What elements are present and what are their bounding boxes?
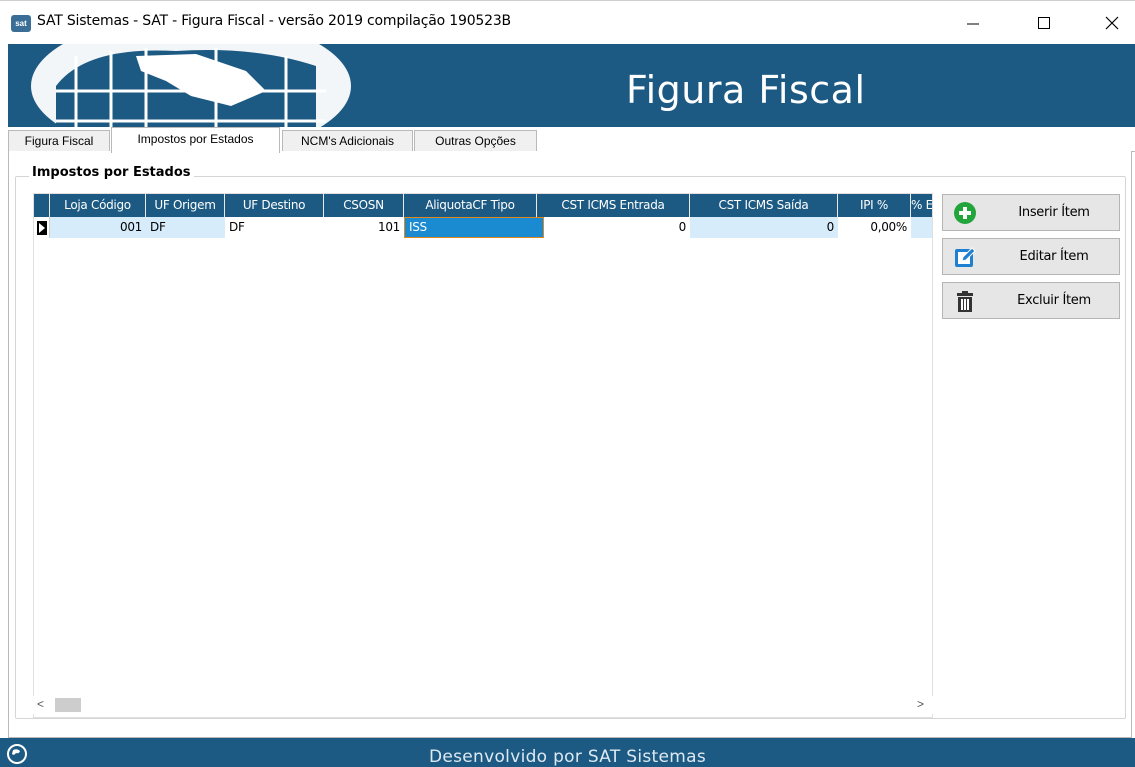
sat-app-icon: sat (11, 15, 31, 32)
column-header-uf-destino[interactable]: UF Destino (225, 194, 324, 217)
tab-impostos-por-estados[interactable]: Impostos por Estados (111, 127, 280, 153)
minimize-icon (967, 23, 979, 25)
column-header-csosn[interactable]: CSOSN (324, 194, 404, 217)
insert-item-label: Inserir Ítem (1018, 205, 1090, 220)
cell-cst-icms-saida[interactable]: 0 (690, 217, 838, 238)
window-title: SAT Sistemas - SAT - Figura Fiscal - ver… (37, 13, 511, 29)
horizontal-scrollbar[interactable]: < > (33, 696, 933, 714)
cell-uf-destino[interactable]: DF (225, 217, 324, 238)
table-row[interactable]: 001 DF DF 101 ISS 0 0 0,00% (34, 217, 932, 238)
cell-uf-origem[interactable]: DF (146, 217, 225, 238)
plus-circle-icon (953, 201, 977, 225)
edit-item-button[interactable]: Editar Ítem (942, 238, 1120, 275)
grid-header-indicator (34, 194, 50, 217)
column-header-loja-codigo[interactable]: Loja Código (50, 194, 146, 217)
maximize-button[interactable] (1021, 1, 1067, 45)
edit-pencil-icon (953, 245, 977, 269)
scroll-right-icon[interactable]: > (917, 697, 924, 711)
column-header-cst-icms-saida[interactable]: CST ICMS Saída (690, 194, 838, 217)
impostos-grid[interactable]: Loja Código UF Origem UF Destino CSOSN A… (33, 193, 933, 718)
grid-header: Loja Código UF Origem UF Destino CSOSN A… (34, 194, 932, 217)
title-bar: sat SAT Sistemas - SAT - Figura Fiscal -… (0, 0, 1135, 44)
column-header-cst-icms-entrada[interactable]: CST ICMS Entrada (537, 194, 690, 217)
cell-partial[interactable] (911, 217, 932, 238)
minimize-button[interactable] (950, 1, 996, 45)
edit-item-label: Editar Ítem (1019, 249, 1089, 264)
cell-ipi[interactable]: 0,00% (838, 217, 911, 238)
tab-figura-fiscal[interactable]: Figura Fiscal (8, 130, 110, 152)
close-button[interactable] (1089, 1, 1135, 45)
tab-outras-opcoes[interactable]: Outras Opções (414, 130, 537, 152)
close-icon (1105, 16, 1119, 30)
globe-logo (31, 44, 351, 127)
column-header-ipi[interactable]: IPI % (838, 194, 911, 217)
groupbox-title: Impostos por Estados (29, 165, 194, 180)
column-header-partial[interactable]: % E (911, 194, 932, 217)
footer-text: Desenvolvido por SAT Sistemas (428, 747, 707, 767)
trash-icon (953, 289, 977, 313)
footer-bar: Desenvolvido por SAT Sistemas (0, 738, 1135, 767)
banner-title: Figura Fiscal (626, 68, 866, 112)
cell-cst-icms-entrada[interactable]: 0 (544, 217, 690, 238)
insert-item-button[interactable]: Inserir Ítem (942, 194, 1120, 231)
column-header-uf-origem[interactable]: UF Origem (146, 194, 225, 217)
tab-strip: Figura Fiscal Impostos por Estados NCM's… (8, 127, 1135, 153)
maximize-icon (1038, 17, 1050, 29)
scrollbar-thumb[interactable] (55, 698, 81, 712)
cell-csosn[interactable]: 101 (324, 217, 404, 238)
tab-ncms-adicionais[interactable]: NCM's Adicionais (282, 130, 413, 152)
cell-loja-codigo[interactable]: 001 (50, 217, 146, 238)
delete-item-button[interactable]: Excluir Ítem (942, 282, 1120, 319)
cell-aliquota-cf-tipo[interactable]: ISS (404, 217, 544, 238)
column-header-aliquota-cf-tipo[interactable]: AliquotaCF Tipo (404, 194, 537, 217)
row-pointer-icon (34, 217, 50, 238)
delete-item-label: Excluir Ítem (1017, 293, 1091, 308)
header-banner: Figura Fiscal (8, 44, 1135, 127)
scroll-left-icon[interactable]: < (37, 697, 44, 711)
